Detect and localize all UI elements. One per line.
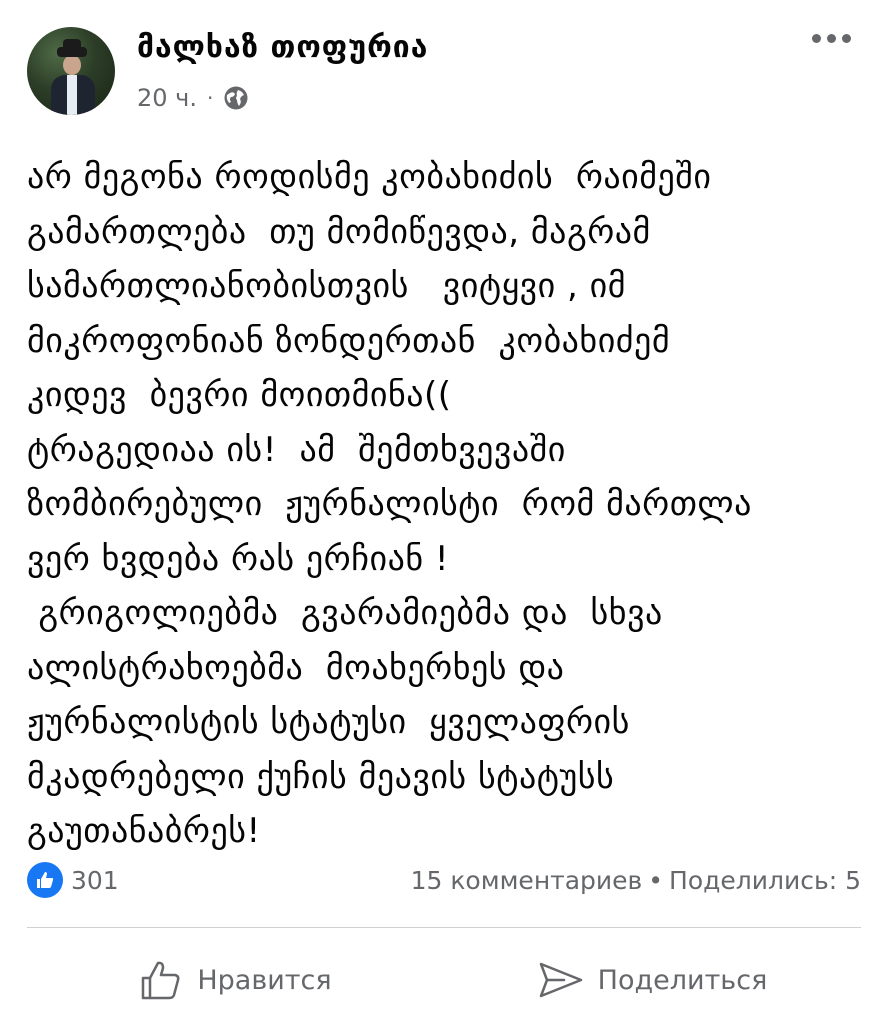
- post-text-line: ალისტრახოებმა მოახერხეს და: [27, 647, 565, 688]
- post-text-line: ტრაგედიაა ის! ამ შემთხვევაში: [27, 429, 566, 470]
- more-dot-icon: [812, 34, 821, 43]
- comments-count[interactable]: 15 комментариев: [411, 866, 643, 895]
- share-arrow-icon: [538, 960, 584, 1000]
- engagement-summary: 15 комментариев • Поделились: 5: [411, 866, 861, 895]
- likes-count[interactable]: 301: [71, 866, 119, 895]
- post-text-line: მიკროფონიან ზონდერთან კობახიძემ: [27, 320, 671, 361]
- post-text-line: ვერ ხვდება რას ერჩიან !: [27, 538, 450, 579]
- share-button-label: Поделиться: [597, 964, 768, 996]
- divider: [27, 927, 861, 928]
- reactions-summary[interactable]: 301: [27, 862, 119, 898]
- shares-count[interactable]: Поделились: 5: [669, 866, 861, 895]
- meta-separator: ·: [206, 86, 214, 110]
- avatar-figure-head: [63, 55, 81, 75]
- post-text-line: კიდევ ბევრი მოითმინა((: [27, 375, 452, 415]
- post-meta: 20 ч. ·: [137, 84, 249, 112]
- more-dot-icon: [842, 34, 851, 43]
- like-button[interactable]: Нравится: [27, 945, 444, 1015]
- like-button-label: Нравится: [197, 964, 332, 996]
- globe-icon: [223, 85, 249, 111]
- more-options-button[interactable]: [812, 34, 851, 43]
- thumbs-up-icon: [139, 958, 183, 1002]
- more-dot-icon: [827, 34, 836, 43]
- stats-separator: •: [648, 865, 664, 895]
- post-text-line: სამართლიანობისთვის ვიტყვი , იმ: [27, 266, 626, 306]
- post-timestamp[interactable]: 20 ч.: [137, 84, 197, 112]
- post-text-line: გამართლება თუ მომიწევდა, მაგრამ: [27, 211, 651, 252]
- post-text-line: მკადრებელი ქუჩის მეავის სტატუსს: [27, 756, 615, 797]
- avatar[interactable]: [27, 27, 115, 115]
- post-text-line: გაუთანაბრეს!: [27, 811, 261, 851]
- avatar-figure-hat-top: [63, 39, 81, 51]
- post-body-text: არ მეგონა როდისმე კობახიძის რაიმეში გამარ…: [27, 150, 857, 859]
- share-button[interactable]: Поделиться: [444, 945, 861, 1015]
- post-text-line: ზომბირებული ჟურნალისტი რომ მართლა: [27, 484, 752, 524]
- like-reaction-icon: [27, 862, 63, 898]
- post-text-line: ჟურნალისტის სტატუსი ყველაფრის: [27, 702, 630, 742]
- post-stats-bar: 301 15 комментариев • Поделились: 5: [27, 860, 861, 900]
- post-actions-bar: Нравится Поделиться: [27, 945, 861, 1015]
- post-author-name[interactable]: მალხაზ თოფურია: [137, 30, 428, 65]
- avatar-figure-shirt: [67, 75, 77, 115]
- post-text-line: გრიგოლიებმა გვარამიებმა და სხვა: [27, 593, 663, 633]
- post-text-line: არ მეგონა როდისმე კობახიძის რაიმეში: [27, 157, 712, 197]
